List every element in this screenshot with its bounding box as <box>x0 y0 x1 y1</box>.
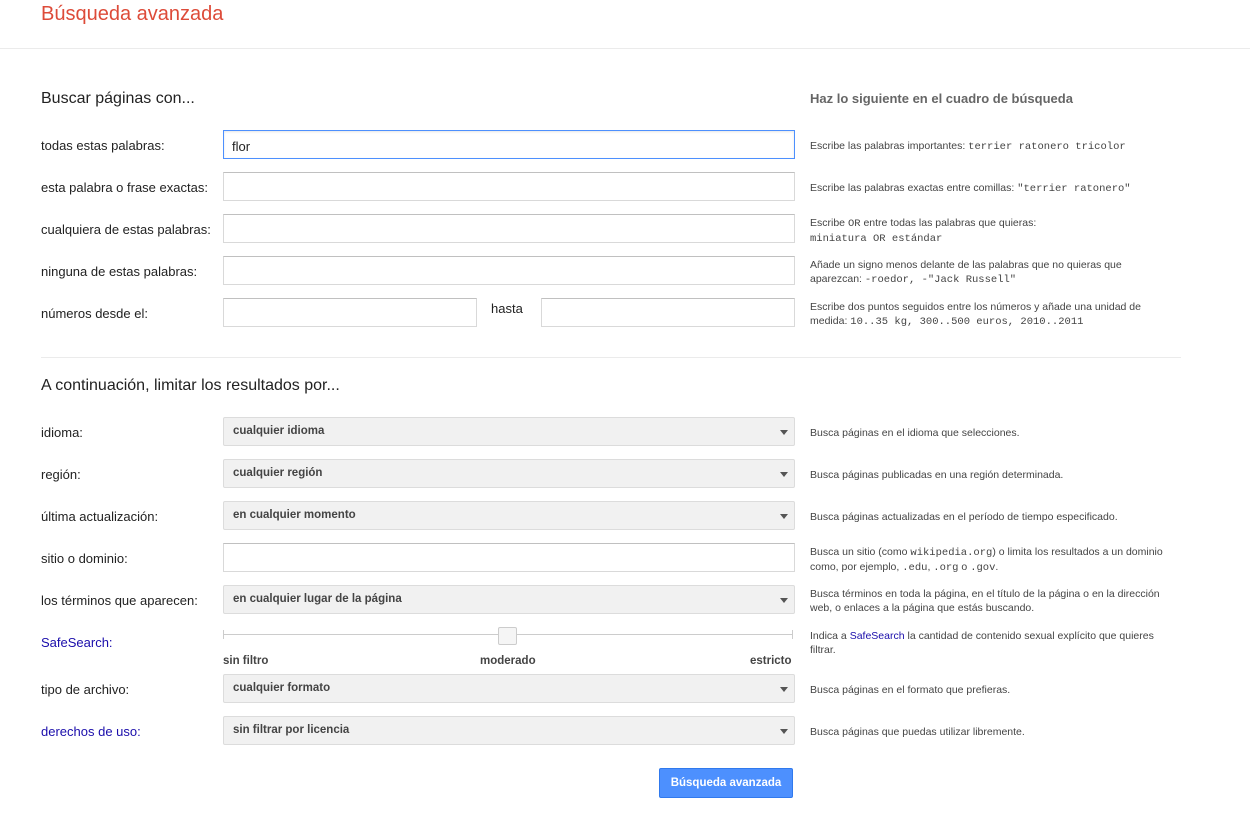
file-type-select[interactable]: cualquier formato <box>223 674 795 703</box>
help-text: Escribe <box>810 217 848 229</box>
slider-tick <box>792 630 793 639</box>
any-words-help: Escribe OR entre todas las palabras que … <box>810 216 1170 246</box>
chevron-down-icon <box>780 430 788 435</box>
last-update-label: última actualización: <box>41 509 159 524</box>
terms-appearing-label: los términos que aparecen: <box>41 593 198 608</box>
chevron-down-icon <box>780 598 788 603</box>
region-value: cualquier región <box>233 467 323 479</box>
help-example: -roedor, -"Jack Russell" <box>864 274 1017 286</box>
site-label: sitio o dominio: <box>41 551 128 566</box>
safesearch-slider-handle[interactable] <box>498 627 517 645</box>
safesearch-label-off: sin filtro <box>223 655 269 667</box>
none-words-help: Añade un signo menos delante de las pala… <box>810 258 1170 287</box>
top-bar: Búsqueda avanzada <box>0 0 1250 49</box>
safesearch-help-link[interactable]: SafeSearch <box>850 630 905 642</box>
all-words-label: todas estas palabras: <box>41 138 165 153</box>
safesearch-link[interactable]: SafeSearch: <box>41 635 113 650</box>
slider-tick <box>223 630 224 639</box>
all-words-help: Escribe las palabras importantes: terrie… <box>810 139 1170 154</box>
language-help: Busca páginas en el idioma que seleccion… <box>810 427 1020 439</box>
number-from-input[interactable] <box>223 298 477 327</box>
advanced-search-button[interactable]: Búsqueda avanzada <box>659 768 793 798</box>
number-to-label: hasta <box>491 301 523 316</box>
find-section-heading: Buscar páginas con... <box>41 90 195 107</box>
usage-rights-select[interactable]: sin filtrar por licencia <box>223 716 795 745</box>
help-text: o <box>958 561 971 573</box>
page-title: Búsqueda avanzada <box>41 3 224 25</box>
usage-rights-link[interactable]: derechos de uso: <box>41 724 141 739</box>
help-text: Indica a <box>810 630 850 642</box>
region-help: Busca páginas publicadas en una región d… <box>810 469 1064 481</box>
help-example: .gov <box>970 562 996 574</box>
last-update-value: en cualquier momento <box>233 509 356 521</box>
region-label: región: <box>41 467 81 482</box>
site-help: Busca un sitio (como wikipedia.org) o li… <box>810 545 1170 575</box>
file-type-help: Busca páginas en el formato que prefiera… <box>810 684 1011 696</box>
help-text: entre todas las palabras que quieras: <box>860 217 1037 229</box>
help-example: "terrier ratonero" <box>1017 183 1131 195</box>
exact-phrase-label: esta palabra o frase exactas: <box>41 180 208 195</box>
chevron-down-icon <box>780 729 788 734</box>
usage-rights-value: sin filtrar por licencia <box>233 724 350 736</box>
terms-appearing-value: en cualquier lugar de la página <box>233 593 402 605</box>
number-range-help: Escribe dos puntos seguidos entre los nú… <box>810 300 1170 329</box>
any-words-label: cualquiera de estas palabras: <box>41 222 211 237</box>
safesearch-help: Indica a SafeSearch la cantidad de conte… <box>810 629 1170 657</box>
help-text: Escribe las palabras importantes: <box>810 140 969 152</box>
number-range-label: números desde el: <box>41 306 148 321</box>
help-example: wikipedia.org <box>910 547 993 559</box>
last-update-select[interactable]: en cualquier momento <box>223 501 795 530</box>
help-example: .edu <box>902 562 928 574</box>
last-update-help: Busca páginas actualizadas en el período… <box>810 511 1118 523</box>
file-type-value: cualquier formato <box>233 682 331 694</box>
none-words-input[interactable] <box>223 256 795 285</box>
help-example: .org <box>933 562 959 574</box>
all-words-input[interactable] <box>223 130 795 159</box>
usage-rights-help: Busca páginas que puedas utilizar librem… <box>810 726 1025 738</box>
help-example: terrier ratonero tricolor <box>968 141 1126 153</box>
help-text: . <box>995 561 999 573</box>
narrow-section-heading: A continuación, limitar los resultados p… <box>41 377 340 394</box>
help-example: miniatura OR estándar <box>810 233 943 245</box>
file-type-label: tipo de archivo: <box>41 682 130 697</box>
help-or: OR <box>847 218 861 230</box>
site-input[interactable] <box>223 543 795 572</box>
safesearch-label-strict: estricto <box>750 655 792 667</box>
help-text: Busca un sitio (como <box>810 546 911 558</box>
help-example: 10..35 kg, 300..500 euros, 2010..2011 <box>850 316 1084 328</box>
terms-appearing-select[interactable]: en cualquier lugar de la página <box>223 585 795 614</box>
region-select[interactable]: cualquier región <box>223 459 795 488</box>
language-select[interactable]: cualquier idioma <box>223 417 795 446</box>
language-label: idioma: <box>41 425 83 440</box>
language-value: cualquier idioma <box>233 425 325 437</box>
exact-phrase-help: Escribe las palabras exactas entre comil… <box>810 181 1170 196</box>
safesearch-label-moderate: moderado <box>480 655 536 667</box>
terms-appearing-help: Busca términos en toda la página, en el … <box>810 588 1160 614</box>
any-words-input[interactable] <box>223 214 795 243</box>
chevron-down-icon <box>780 687 788 692</box>
number-to-input[interactable] <box>541 298 795 327</box>
none-words-label: ninguna de estas palabras: <box>41 264 198 279</box>
instructions-heading: Haz lo siguiente en el cuadro de búsqued… <box>810 91 1073 106</box>
chevron-down-icon <box>780 472 788 477</box>
help-text: Escribe las palabras exactas entre comil… <box>810 182 1018 194</box>
section-divider <box>41 357 1181 358</box>
exact-phrase-input[interactable] <box>223 172 795 201</box>
chevron-down-icon <box>780 514 788 519</box>
